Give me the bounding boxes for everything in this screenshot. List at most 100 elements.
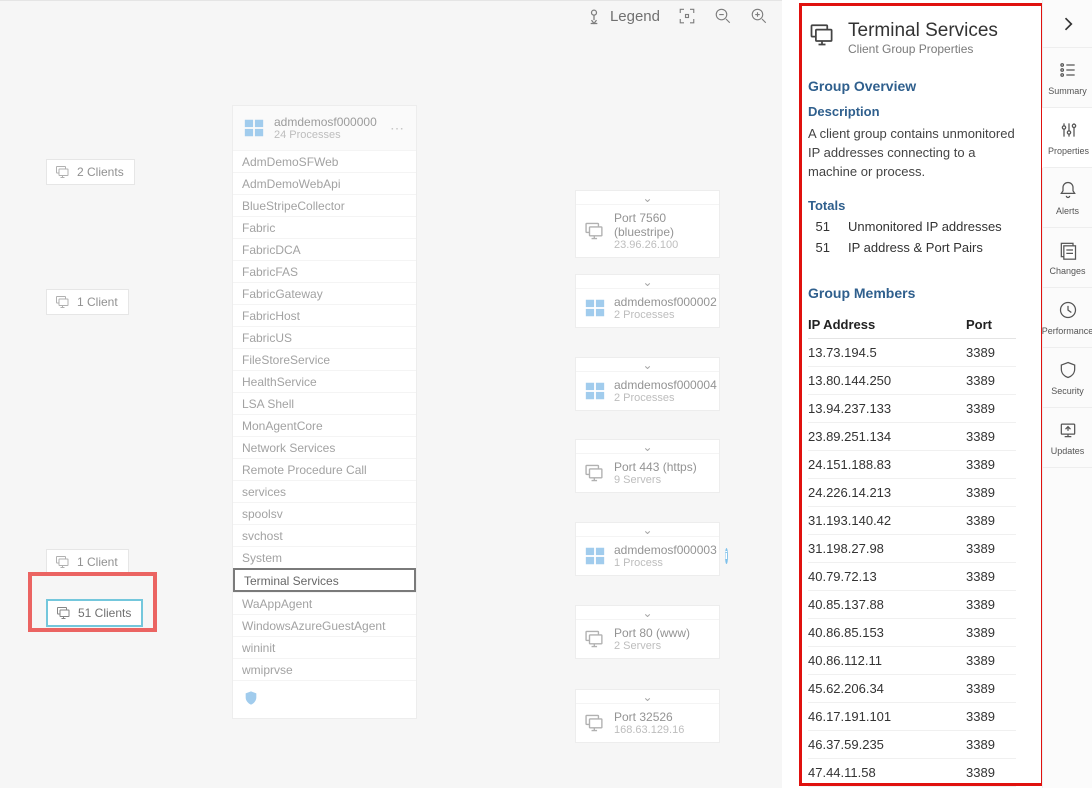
rail-tab-summary[interactable]: Summary	[1043, 48, 1092, 108]
process-row[interactable]: MonAgentCore	[233, 414, 416, 436]
node-title: Port 80 (www)	[614, 626, 690, 640]
process-row[interactable]: WindowsAzureGuestAgent	[233, 614, 416, 636]
client-pill-label: 1 Client	[77, 555, 118, 569]
chevron-down-icon[interactable]: ⌄	[576, 275, 719, 289]
process-row[interactable]: services	[233, 480, 416, 502]
rail-tab-alerts[interactable]: Alerts	[1043, 168, 1092, 228]
rail-expand-button[interactable]	[1043, 0, 1092, 48]
performance-icon	[1058, 300, 1078, 322]
process-row[interactable]: WaAppAgent	[233, 592, 416, 614]
node-sub: 2 Processes	[614, 392, 717, 404]
machine-card[interactable]: admdemosf000000 24 Processes ⋯ AdmDemoSF…	[232, 105, 417, 719]
machine-menu-icon[interactable]: ⋯	[390, 120, 406, 137]
panel-subtitle: Client Group Properties	[848, 42, 998, 56]
process-row[interactable]: spoolsv	[233, 502, 416, 524]
node-sub: 1 Process	[614, 557, 717, 569]
process-row[interactable]: AdmDemoSFWeb	[233, 150, 416, 172]
table-row[interactable]: 13.94.237.1333389	[808, 394, 1016, 422]
process-row[interactable]: System	[233, 546, 416, 568]
process-row[interactable]: FileStoreService	[233, 348, 416, 370]
rail-tab-security[interactable]: Security	[1043, 348, 1092, 408]
table-row[interactable]: 31.198.27.983389	[808, 534, 1016, 562]
node-sub: 168.63.129.16	[614, 724, 684, 736]
zoom-in-button[interactable]	[750, 7, 768, 25]
cell-ip: 46.37.59.235	[808, 730, 966, 758]
table-row[interactable]: 40.79.72.133389	[808, 562, 1016, 590]
th-port: Port	[966, 311, 1016, 339]
machine-node[interactable]: ⌄admdemosf0000031 Processi	[575, 522, 720, 576]
process-row[interactable]: Remote Procedure Call	[233, 458, 416, 480]
th-ip: IP Address	[808, 311, 966, 339]
table-row[interactable]: 45.62.206.343389	[808, 674, 1016, 702]
client-pill[interactable]: 1 Client	[46, 289, 129, 315]
shield-icon	[243, 689, 259, 707]
process-row[interactable]: BlueStripeCollector	[233, 194, 416, 216]
zoom-in-icon	[750, 7, 768, 25]
cell-port: 3389	[966, 338, 1016, 366]
process-row[interactable]: Terminal Services	[233, 568, 416, 592]
table-row[interactable]: 23.89.251.1343389	[808, 422, 1016, 450]
client-pill-label: 2 Clients	[77, 165, 124, 179]
chevron-down-icon[interactable]: ⌄	[576, 191, 719, 205]
group-overview-heading: Group Overview	[808, 78, 1016, 94]
process-row[interactable]: LSA Shell	[233, 392, 416, 414]
rail-label: Security	[1051, 386, 1084, 396]
chevron-right-icon	[1058, 14, 1078, 34]
table-row[interactable]: 46.37.59.2353389	[808, 730, 1016, 758]
port-node[interactable]: ⌄Port 32526168.63.129.16	[575, 689, 720, 743]
cell-ip: 13.94.237.133	[808, 394, 966, 422]
table-row[interactable]: 46.17.191.1013389	[808, 702, 1016, 730]
table-row[interactable]: 40.85.137.883389	[808, 590, 1016, 618]
rail-tab-changes[interactable]: Changes	[1043, 228, 1092, 288]
chevron-down-icon[interactable]: ⌄	[576, 606, 719, 620]
table-row[interactable]: 13.80.144.2503389	[808, 366, 1016, 394]
process-row[interactable]: FabricUS	[233, 326, 416, 348]
process-row[interactable]: FabricHost	[233, 304, 416, 326]
table-row[interactable]: 47.44.11.583389	[808, 758, 1016, 786]
fit-button[interactable]	[678, 7, 696, 25]
cell-ip: 23.89.251.134	[808, 422, 966, 450]
machine-node[interactable]: ⌄admdemosf0000042 Processes	[575, 357, 720, 411]
table-row[interactable]: 40.86.112.113389	[808, 646, 1016, 674]
client-pill[interactable]: 2 Clients	[46, 159, 135, 185]
process-row[interactable]: Network Services	[233, 436, 416, 458]
chevron-down-icon[interactable]: ⌄	[576, 358, 719, 372]
table-row[interactable]: 24.226.14.2133389	[808, 478, 1016, 506]
process-row[interactable]: wininit	[233, 636, 416, 658]
port-node[interactable]: ⌄Port 80 (www)2 Servers	[575, 605, 720, 659]
table-row[interactable]: 40.86.85.1533389	[808, 618, 1016, 646]
table-row[interactable]: 24.151.188.833389	[808, 450, 1016, 478]
info-icon[interactable]: i	[725, 548, 728, 564]
process-row[interactable]: FabricFAS	[233, 260, 416, 282]
node-title: admdemosf000002	[614, 295, 717, 309]
rail-tab-properties[interactable]: Properties	[1042, 108, 1092, 168]
cell-ip: 47.44.11.58	[808, 758, 966, 786]
map-canvas[interactable]: Legend 2 Clients1 Client1 Client51 Clien…	[0, 0, 782, 788]
process-row[interactable]: wmiprvse	[233, 658, 416, 680]
process-row[interactable]: Fabric	[233, 216, 416, 238]
cell-port: 3389	[966, 674, 1016, 702]
chevron-down-icon[interactable]: ⌄	[576, 523, 719, 537]
cell-port: 3389	[966, 534, 1016, 562]
port-node[interactable]: ⌄Port 7560 (bluestripe)23.96.26.100	[575, 190, 720, 258]
chevron-down-icon[interactable]: ⌄	[576, 690, 719, 704]
rail-tab-updates[interactable]: Updates	[1043, 408, 1092, 468]
process-row[interactable]: svchost	[233, 524, 416, 546]
machine-node[interactable]: ⌄admdemosf0000022 Processes	[575, 274, 720, 328]
totals-label: Totals	[808, 198, 1016, 213]
process-row[interactable]: AdmDemoWebApi	[233, 172, 416, 194]
table-row[interactable]: 13.73.194.53389	[808, 338, 1016, 366]
process-row[interactable]: FabricDCA	[233, 238, 416, 260]
cell-port: 3389	[966, 646, 1016, 674]
chevron-down-icon[interactable]: ⌄	[576, 440, 719, 454]
rail-tab-performance[interactable]: Performance	[1043, 288, 1092, 348]
machine-header[interactable]: admdemosf000000 24 Processes ⋯	[233, 106, 416, 150]
zoom-out-button[interactable]	[714, 7, 732, 25]
cell-port: 3389	[966, 702, 1016, 730]
port-node[interactable]: ⌄Port 443 (https)9 Servers	[575, 439, 720, 493]
process-row[interactable]: FabricGateway	[233, 282, 416, 304]
table-row[interactable]: 31.193.140.423389	[808, 506, 1016, 534]
legend-button[interactable]: Legend	[584, 6, 660, 26]
rail-label: Alerts	[1056, 206, 1079, 216]
process-row[interactable]: HealthService	[233, 370, 416, 392]
